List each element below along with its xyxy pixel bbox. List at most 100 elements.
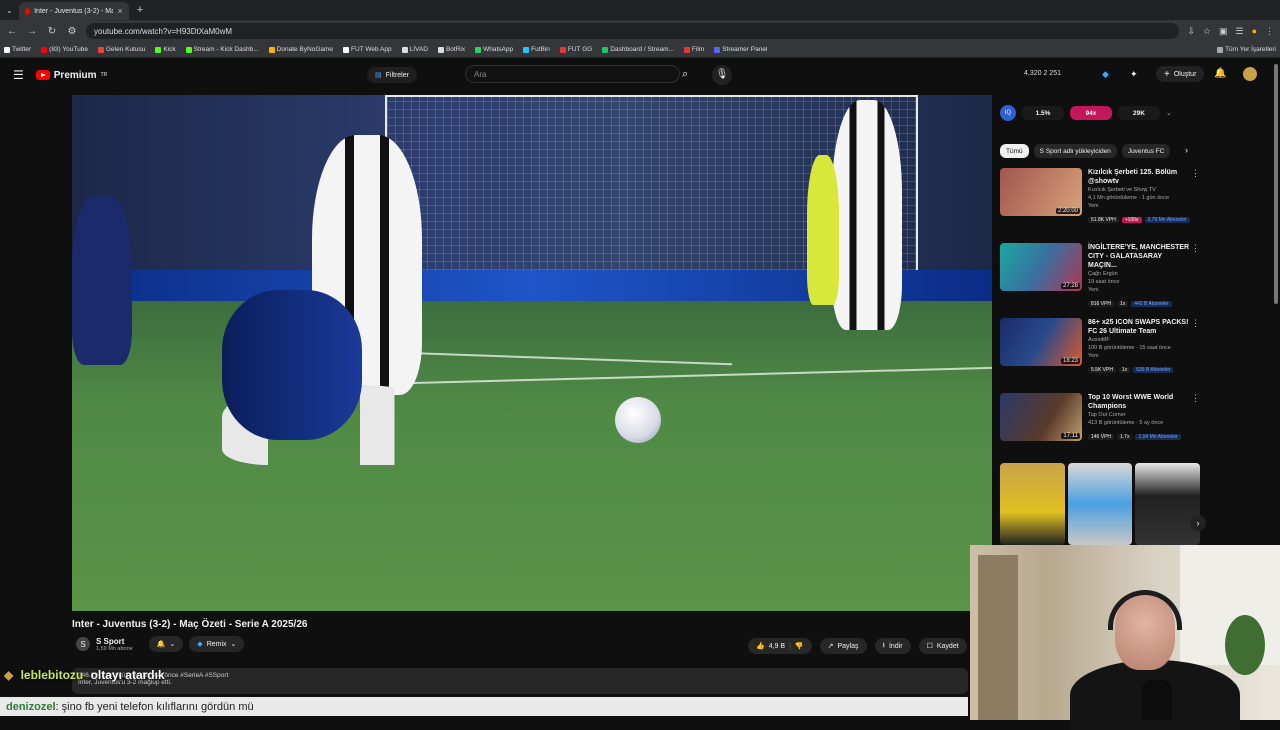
chevron-right-icon[interactable]: ›: [1185, 145, 1188, 155]
rec-tag: 51.8K VPH: [1088, 217, 1119, 223]
profile-icon[interactable]: ●: [1252, 26, 1257, 36]
bookmark-item[interactable]: LİVAD: [401, 46, 428, 53]
extensions-icon[interactable]: ▣: [1219, 26, 1228, 37]
filter-icon: ▤: [375, 72, 382, 79]
chat-message: ◆ leblebitozu oltayı atardık: [0, 668, 165, 682]
chip-all[interactable]: Tümü: [1000, 144, 1029, 158]
bookmark-item[interactable]: Donate ByNoGame: [268, 46, 333, 53]
bookmark-item[interactable]: BotRix: [437, 46, 465, 53]
short-thumbnail[interactable]: [1000, 463, 1065, 545]
shorts-row: [1000, 463, 1201, 545]
search-input[interactable]: Ara: [465, 65, 680, 83]
thumbs-down-icon[interactable]: 👎: [795, 642, 804, 650]
url-field[interactable]: youtube.com/watch?v=H93DtXaM0wM: [86, 23, 1180, 39]
bookmark-item[interactable]: Stream - Kick Dashb...: [185, 46, 259, 53]
bookmark-item[interactable]: FUT Web App: [343, 46, 392, 53]
close-tab-icon[interactable]: ×: [117, 6, 122, 16]
more-options-icon[interactable]: ⋮: [1191, 393, 1200, 404]
rec-tag: 635 B Aboneler: [1133, 367, 1174, 373]
reload-icon[interactable]: ↻: [46, 26, 58, 37]
pin-icon[interactable]: ✦: [1130, 69, 1138, 80]
rec-badge: Yeni: [1088, 353, 1099, 359]
video-thumbnail: 18:23: [1000, 318, 1082, 366]
sidebar-icon[interactable]: ☰: [1235, 26, 1243, 37]
forward-icon[interactable]: →: [26, 26, 38, 37]
rec-title: Kızılcık Şerbeti 125. Bölüm @showtv: [1088, 169, 1178, 185]
chat-text: oltayı atardık: [90, 668, 165, 682]
page-scrollbar[interactable]: [1274, 64, 1278, 304]
description-box[interactable]: 346.391 görüntüleme 12 saat önce #SerieA…: [72, 668, 968, 694]
site-info-icon[interactable]: ⚙: [66, 26, 78, 37]
bookmark-item[interactable]: Dashboard / Stream...: [602, 46, 674, 53]
browser-tab-active[interactable]: Inter - Juventus (3-2) - Maç Özeti ×: [18, 2, 129, 20]
more-options-icon[interactable]: ⋮: [1191, 243, 1200, 254]
rec-badge: Yeni: [1088, 203, 1099, 209]
door-frame: [978, 555, 1018, 720]
notifications-icon[interactable]: 🔔: [1214, 68, 1226, 79]
video-thumbnail: 27:28: [1000, 243, 1082, 291]
youtube-favicon-icon: [24, 7, 31, 15]
thumbs-up-icon: 👍: [756, 643, 765, 650]
like-button[interactable]: 👍 4,9 B | 👎: [748, 638, 812, 654]
avatar[interactable]: [1243, 67, 1257, 81]
recommendation-item[interactable]: 17:11 Top 10 Worst WWE World Champions T…: [1000, 393, 1200, 463]
bookmark-item[interactable]: Kick: [155, 46, 176, 53]
rec-tag: 816 VPH: [1088, 301, 1115, 307]
more-options-icon[interactable]: ⋮: [1191, 168, 1200, 179]
channel-avatar[interactable]: S: [76, 637, 90, 651]
extension-icon[interactable]: ◆: [1102, 69, 1109, 80]
new-tab-icon[interactable]: +: [137, 4, 143, 16]
save-button[interactable]: ☐ Kaydet: [918, 638, 967, 654]
recommendation-item[interactable]: 27:28 İNGİLTERE'YE, MANCHESTER CITY - GA…: [1000, 243, 1200, 313]
share-button[interactable]: ↗ Paylaş: [819, 638, 867, 654]
shorts-next-icon[interactable]: ›: [1190, 515, 1206, 531]
more-options-icon[interactable]: ⋮: [1191, 318, 1200, 329]
video-player[interactable]: [72, 95, 992, 611]
bookmark-item[interactable]: FutBin: [523, 46, 550, 53]
create-button[interactable]: + Oluştur: [1156, 66, 1205, 82]
bookmark-item[interactable]: FUT GG: [559, 46, 592, 53]
chat-username: leblebitozu: [20, 668, 84, 682]
remix-button[interactable]: ◆ Remix ⌄: [189, 636, 245, 652]
voice-search-icon[interactable]: 🎙: [712, 65, 732, 85]
subscriber-count: 1,59 Mn abone: [96, 645, 133, 652]
chip-from-uploader[interactable]: S Sport adlı yükleyiciden: [1033, 144, 1117, 158]
rec-meta: 19 saat önce: [1088, 279, 1120, 285]
player-juventus-2: [832, 100, 902, 330]
filters-button[interactable]: ▤ Filtreler: [367, 67, 417, 83]
bookmark-item[interactable]: Gelen Kutusu: [97, 46, 145, 53]
rec-title: 86+ x25 ICON SWAPS PACKS! FC 26 Ultimate…: [1088, 319, 1189, 335]
bookmark-item[interactable]: Streamer Panel: [714, 46, 767, 53]
hamburger-menu-icon[interactable]: ☰: [13, 68, 24, 82]
channel-name[interactable]: S Sport: [96, 637, 133, 646]
recommendation-item[interactable]: 2:20:00 Kızılcık Şerbeti 125. Bölüm @sho…: [1000, 168, 1200, 238]
browser-menu-icon[interactable]: ⋮: [1265, 26, 1274, 37]
install-icon[interactable]: ⇩: [1187, 26, 1195, 37]
recommendation-item[interactable]: 18:23 86+ x25 ICON SWAPS PACKS! FC 26 Ul…: [1000, 318, 1200, 388]
chevron-down-icon: ⌄: [169, 641, 176, 648]
star-icon[interactable]: ☆: [1203, 26, 1211, 37]
bookmark-item[interactable]: Twitter: [4, 46, 31, 53]
description-text: Inter, Juventus'u 3-2 mağlup etti.: [78, 679, 172, 686]
short-thumbnail[interactable]: [1135, 463, 1201, 545]
subscribe-bell-button[interactable]: 🔔 ⌄: [148, 636, 184, 652]
youtube-logo[interactable]: Premium TR: [35, 70, 107, 81]
stat-chip: 29K: [1118, 106, 1160, 120]
back-icon[interactable]: ←: [6, 26, 18, 37]
chat-badge-icon: ◆: [4, 668, 14, 682]
download-button[interactable]: ⭳ İndir: [874, 638, 911, 654]
bookmark-item[interactable]: Film: [683, 46, 704, 53]
bookmark-item[interactable]: WhatsApp: [475, 46, 513, 53]
goalkeeper: [807, 155, 839, 305]
rec-title: Top 10 Worst WWE World Champions: [1088, 394, 1174, 410]
chip-juventus[interactable]: Juventus FC: [1121, 144, 1171, 158]
search-icon[interactable]: ⌕: [682, 68, 688, 81]
chevron-down-icon[interactable]: ⌄: [1166, 109, 1172, 117]
bookmark-item[interactable]: (83) YouTube: [41, 46, 88, 53]
all-bookmarks[interactable]: Tüm Yer İşaretleri: [1217, 46, 1276, 53]
short-thumbnail[interactable]: [1067, 463, 1133, 545]
tab-menu-icon[interactable]: ⌄: [6, 6, 13, 15]
youtube-header: ☰ Premium TR ▤ Filtreler Ara ⌕ 🎙 4,320 2…: [0, 62, 1280, 88]
rec-channel: Kızılcık Şerbeti ve Show TV: [1088, 187, 1156, 193]
video-title: Inter - Juventus (3-2) - Maç Özeti - Ser…: [72, 619, 308, 630]
